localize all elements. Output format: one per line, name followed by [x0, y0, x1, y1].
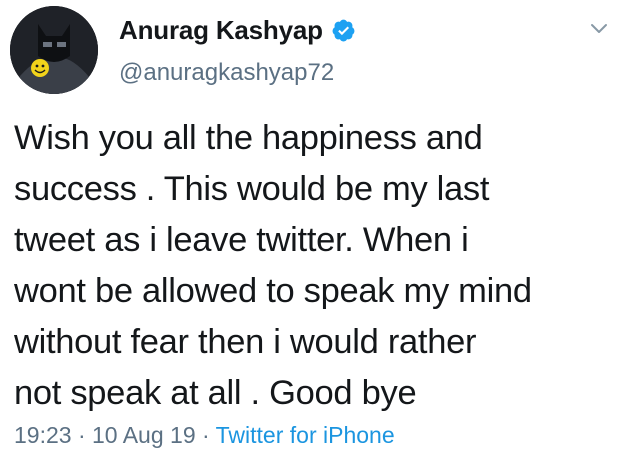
tweet-text-line: without fear then i would rather: [14, 323, 477, 361]
author-handle[interactable]: @anuragkashyap72: [119, 59, 334, 87]
meta-separator: ·: [195, 422, 216, 448]
tweet-text: Wish you all the happiness and success .…: [14, 113, 614, 419]
tweet-text-line: not speak at all . Good bye: [14, 374, 417, 412]
verified-badge-icon: [331, 18, 356, 43]
tweet-text-line: wont be allowed to speak my mind: [14, 272, 532, 310]
tweet-text-line: tweet as i leave twitter. When i: [14, 221, 469, 259]
chevron-down-icon[interactable]: [590, 22, 608, 36]
tweet-time[interactable]: 19:23: [14, 422, 72, 448]
tweet-text-line: success . This would be my last: [14, 170, 490, 208]
tweet-text-line: Wish you all the happiness and: [14, 119, 483, 157]
tweet-date[interactable]: 10 Aug 19: [92, 422, 196, 448]
author-display-name[interactable]: Anurag Kashyap: [119, 15, 323, 46]
avatar[interactable]: [10, 6, 98, 94]
meta-separator: ·: [71, 422, 93, 448]
tweet-source-link[interactable]: Twitter for iPhone: [216, 422, 395, 448]
tweet-card: Anurag Kashyap @anuragkashyap72 Wish you…: [0, 0, 618, 450]
avatar-image: [10, 6, 98, 94]
author-name-row[interactable]: Anurag Kashyap: [119, 14, 356, 46]
tweet-meta: 19:23 · 10 Aug 19 · Twitter for iPhone: [14, 422, 395, 449]
